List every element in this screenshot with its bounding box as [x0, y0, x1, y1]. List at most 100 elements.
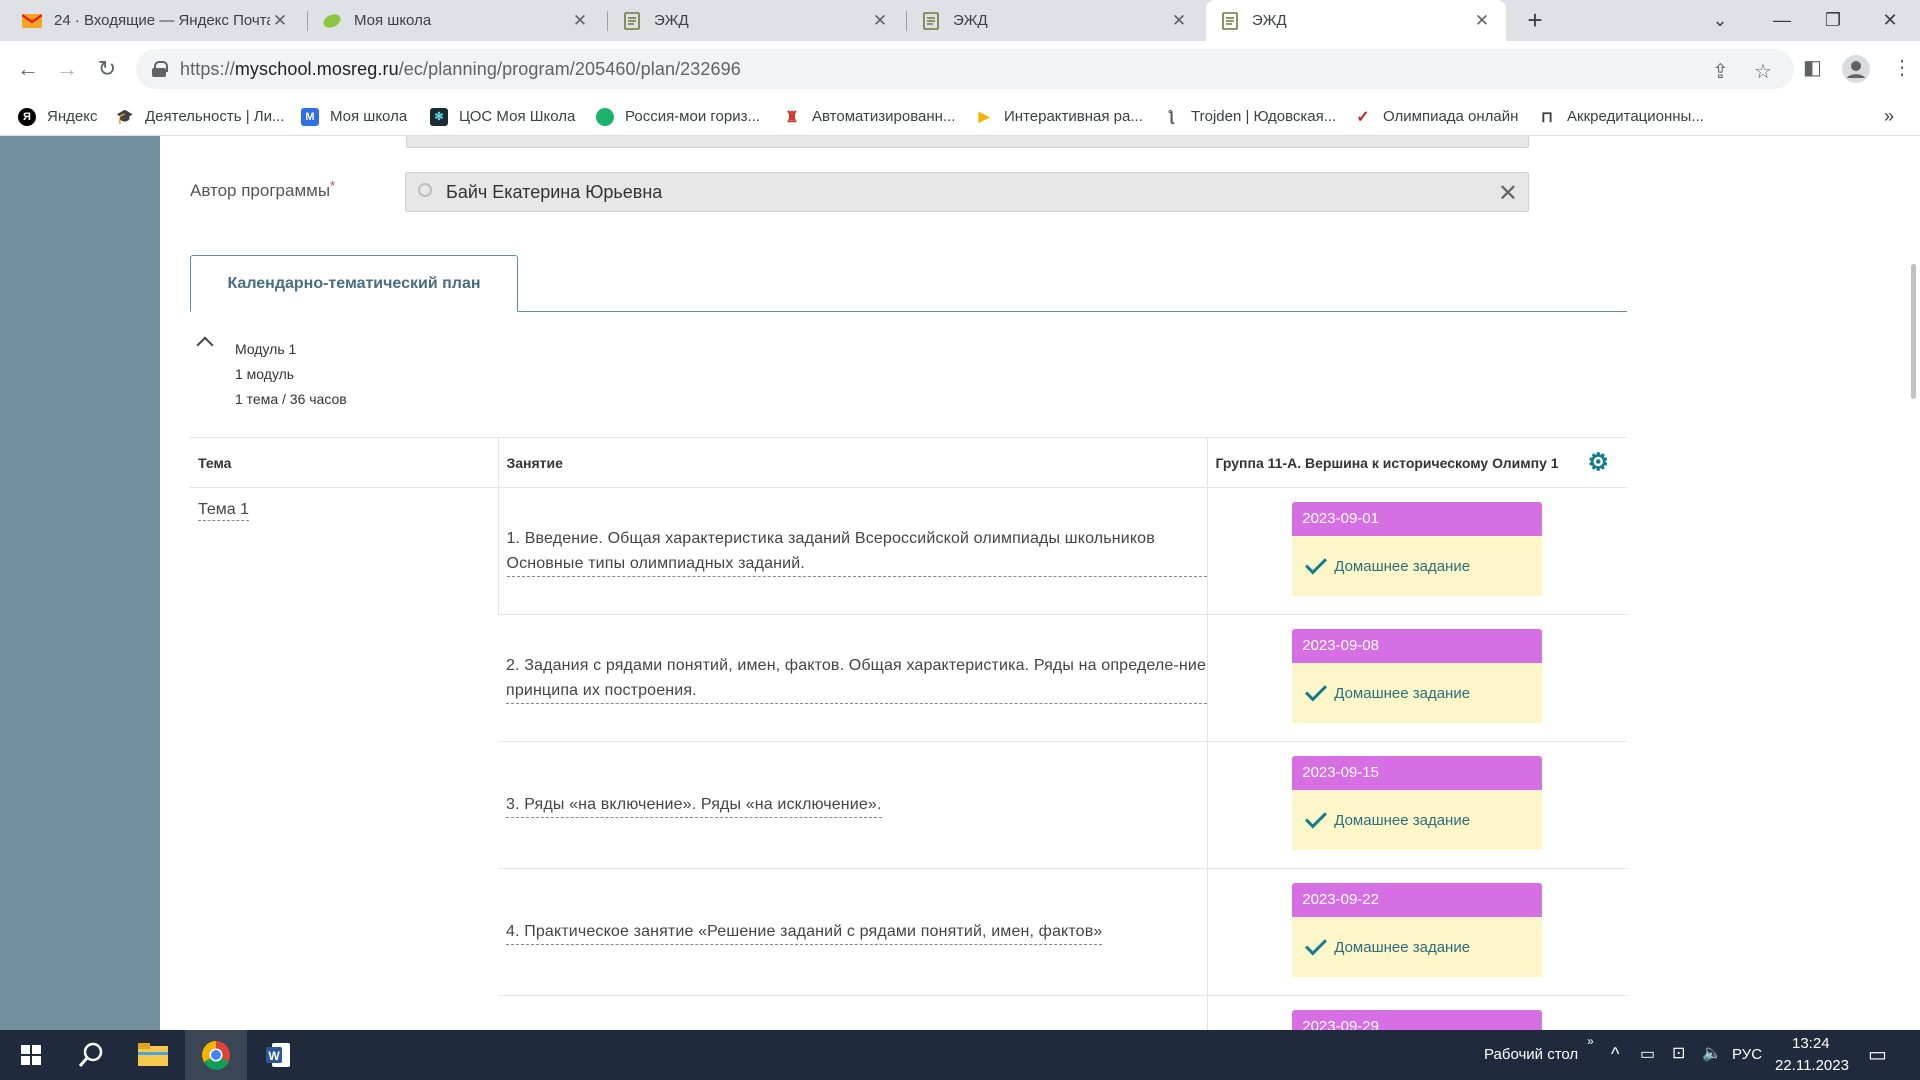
- close-icon[interactable]: ✕: [1472, 11, 1492, 31]
- lesson-title[interactable]: 1. Введение. Общая характеристика задани…: [506, 526, 1207, 577]
- clock-time[interactable]: 13:24: [1792, 1035, 1830, 1052]
- lesson-title[interactable]: 2. Задания с рядами понятий, имен, факто…: [506, 653, 1207, 704]
- author-field[interactable]: Байч Екатерина Юрьевна ✕: [405, 172, 1529, 212]
- leaf-icon: [322, 11, 342, 31]
- bookmark-trojden[interactable]: ƪ Trojden | Юдовская...: [1162, 98, 1336, 135]
- restore-icon[interactable]: ❐: [1803, 0, 1863, 41]
- address-bar[interactable]: https://myschool.mosreg.ru/ec/planning/p…: [136, 49, 1794, 89]
- graduation-cap-icon: 🎓: [116, 108, 134, 124]
- forward-arrow-icon[interactable]: →: [53, 55, 81, 83]
- battery-icon[interactable]: ▭: [1640, 1044, 1655, 1064]
- lesson-card[interactable]: 2023-09-01 Домашнее задание: [1292, 502, 1543, 596]
- castle-icon: ♜: [785, 108, 799, 126]
- parallel-field[interactable]: [406, 136, 1529, 148]
- group-cell: 2023-09-22 Домашнее задание: [1206, 868, 1627, 996]
- table-header-row: Тема Занятие Группа 11-А. Вершина к исто…: [190, 437, 1627, 488]
- close-icon[interactable]: ✕: [570, 11, 590, 31]
- lesson-cell: [498, 995, 1207, 1030]
- url-text[interactable]: https://myschool.mosreg.ru/ec/planning/p…: [180, 59, 741, 80]
- torch-icon: ƪ: [1168, 108, 1174, 125]
- browser-tab-mail[interactable]: 24 · Входящие — Яндекс Почта ✕: [8, 0, 304, 41]
- homework-link[interactable]: Домашнее задание: [1292, 536, 1543, 596]
- bookmarks-overflow-icon[interactable]: »: [1884, 98, 1894, 135]
- bookmark-deyatelnost[interactable]: 🎓 Деятельность | Ли...: [116, 98, 284, 135]
- homework-link[interactable]: Домашнее задание: [1292, 790, 1543, 850]
- windows-taskbar: W Рабочий стол » ^ ▭ ⊡ 🔈 РУС 13:24 22.11…: [0, 1030, 1920, 1080]
- bookmark-olympiad[interactable]: ✓ Олимпиада онлайн: [1354, 98, 1518, 135]
- clear-icon[interactable]: ✕: [1498, 179, 1518, 208]
- bookmark-russia-horizons[interactable]: ● Россия-мои гориз...: [596, 98, 760, 135]
- lesson-date: 2023-09-29: [1292, 1010, 1543, 1030]
- desktop-toolbar-label[interactable]: Рабочий стол: [1484, 1046, 1578, 1063]
- lesson-card[interactable]: 2023-09-08 Домашнее задание: [1292, 629, 1543, 723]
- share-icon[interactable]: ⇪: [1712, 59, 1729, 84]
- notification-icon[interactable]: ▭: [1868, 1042, 1887, 1067]
- back-arrow-icon[interactable]: ←: [14, 55, 42, 83]
- clock-date[interactable]: 22.11.2023: [1775, 1057, 1849, 1074]
- header-lesson: Занятие: [497, 437, 1207, 488]
- file-explorer-icon[interactable]: [122, 1030, 184, 1080]
- theme-name[interactable]: Тема 1: [198, 500, 250, 521]
- lesson-cell: 3. Ряды «на включение». Ряды «на исключе…: [498, 741, 1207, 869]
- lesson-date: 2023-09-08: [1292, 629, 1543, 663]
- checkmark-icon: [1305, 933, 1328, 956]
- window-close-icon[interactable]: ✕: [1860, 0, 1920, 41]
- journal-icon: [622, 11, 642, 31]
- close-icon[interactable]: ✕: [270, 11, 290, 31]
- book-icon: ⊓: [1541, 108, 1553, 126]
- play-icon: ▶: [978, 108, 990, 124]
- lesson-card[interactable]: 2023-09-22 Домашнее задание: [1292, 883, 1543, 977]
- browser-tab-ezhd-2[interactable]: ЭЖД ✕: [907, 0, 1203, 41]
- journal-icon: [921, 11, 941, 31]
- browser-tab-ezhd-active[interactable]: ЭЖД ✕: [1206, 0, 1506, 41]
- new-tab-button[interactable]: +: [1520, 6, 1550, 36]
- scrollbar-thumb[interactable]: [1911, 264, 1916, 399]
- menu-dots-icon[interactable]: ⋮: [1892, 55, 1912, 80]
- bookmark-yandex[interactable]: Я Яндекс: [18, 98, 97, 135]
- homework-link[interactable]: Домашнее задание: [1292, 663, 1543, 723]
- browser-tab-ezhd-1[interactable]: ЭЖД ✕: [608, 0, 904, 41]
- side-panel-icon[interactable]: ◧: [1803, 55, 1822, 80]
- bookmark-accreditation[interactable]: ⊓ Аккредитационны...: [1538, 98, 1704, 135]
- volume-icon[interactable]: 🔈: [1702, 1043, 1722, 1063]
- browser-tab-myschool[interactable]: Моя школа ✕: [308, 0, 604, 41]
- lesson-title[interactable]: 4. Практическое занятие «Решение заданий…: [506, 919, 1103, 945]
- bookmark-myschool[interactable]: M Моя школа: [301, 98, 407, 135]
- checkmark-icon: [1305, 806, 1328, 829]
- gear-icon[interactable]: ⚙: [1587, 450, 1609, 474]
- lesson-card[interactable]: 2023-09-15 Домашнее задание: [1292, 756, 1543, 850]
- word-icon[interactable]: W: [247, 1030, 309, 1080]
- toolbar-overflow-icon[interactable]: »: [1587, 1034, 1594, 1048]
- lesson-card[interactable]: 2023-09-29: [1292, 1010, 1543, 1030]
- page-viewport: Автор программы* Байч Екатерина Юрьевна …: [0, 136, 1920, 1030]
- chrome-icon[interactable]: [185, 1030, 247, 1080]
- module-title[interactable]: Модуль 1: [235, 341, 296, 357]
- browser-tab-strip: 24 · Входящие — Яндекс Почта ✕ Моя школа…: [0, 0, 1920, 41]
- tab-ktp[interactable]: Календарно-тематический план: [190, 255, 518, 312]
- yandex-icon: Я: [18, 107, 36, 126]
- tab-search-chevron-icon[interactable]: ⌄: [1690, 0, 1750, 41]
- bookmark-tsos[interactable]: ✻ ЦОС Моя Школа: [430, 98, 575, 135]
- reload-icon[interactable]: ↻: [93, 55, 121, 83]
- bookmark-automated[interactable]: ♜ Автоматизированн...: [783, 98, 955, 135]
- close-icon[interactable]: ✕: [870, 11, 890, 31]
- profile-avatar-icon[interactable]: [1842, 55, 1870, 83]
- table-row: Тема 1 1. Введение. Общая характеристика…: [190, 487, 1627, 1030]
- plan-table: Тема Занятие Группа 11-А. Вершина к исто…: [190, 437, 1627, 1030]
- lock-icon[interactable]: [152, 61, 168, 77]
- star-icon[interactable]: ☆: [1754, 59, 1772, 84]
- search-icon[interactable]: [60, 1030, 122, 1080]
- tray-chevron-up-icon[interactable]: ^: [1611, 1044, 1619, 1065]
- bookmark-interactive[interactable]: ▶ Интерактивная ра...: [975, 98, 1143, 135]
- language-indicator[interactable]: РУС: [1732, 1046, 1762, 1063]
- homework-link[interactable]: Домашнее задание: [1292, 917, 1543, 977]
- close-icon[interactable]: ✕: [1169, 11, 1189, 31]
- network-icon[interactable]: ⊡: [1672, 1043, 1685, 1063]
- module-count: 1 модуль: [235, 366, 295, 382]
- group-cell: 2023-09-08 Домашнее задание: [1206, 614, 1627, 742]
- lesson-cell: 4. Практическое занятие «Решение заданий…: [498, 868, 1207, 996]
- lesson-date: 2023-09-15: [1292, 756, 1543, 790]
- module-hours: 1 тема / 36 часов: [235, 391, 347, 407]
- windows-start-icon[interactable]: [0, 1030, 62, 1080]
- lesson-title[interactable]: 3. Ряды «на включение». Ряды «на исключе…: [506, 792, 882, 818]
